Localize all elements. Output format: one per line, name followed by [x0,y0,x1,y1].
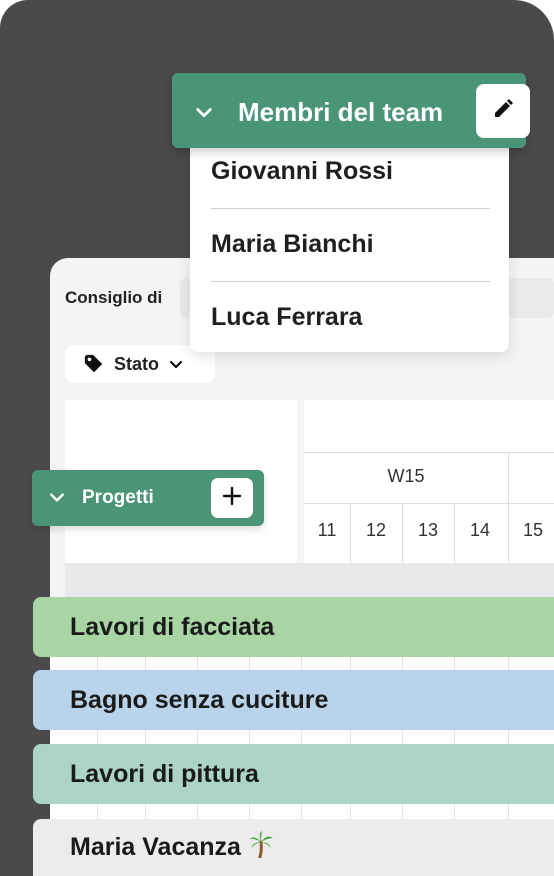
project-name: Bagno senza cuciture [70,685,329,714]
add-project-button[interactable] [211,478,253,518]
team-members-title: Membri del team [238,97,444,127]
project-bar-facciata[interactable]: Lavori di facciata [33,597,554,657]
day-label: 12 [365,520,387,540]
status-filter-button[interactable]: Stato [65,345,215,383]
team-member-item[interactable]: Giovanni Rossi [211,157,393,186]
team-members-dropdown: Giovanni Rossi Maria Bianchi Luca Ferrar… [190,140,509,352]
week-label: W15 [387,466,425,486]
edit-pencil-icon [491,97,515,126]
palm-tree-icon [247,830,275,865]
group-band [65,563,554,597]
team-member-item[interactable]: Luca Ferrara [211,303,362,332]
project-bar-bagno[interactable]: Bagno senza cuciture [33,670,554,730]
tag-icon [83,353,105,375]
team-members-header[interactable]: Membri del team [172,73,530,148]
chevron-down-icon[interactable] [194,102,214,127]
day-label: 14 [469,520,491,540]
chevron-down-icon [168,356,184,372]
divider [211,208,490,209]
edit-team-button[interactable] [476,84,530,138]
timeline-divider [304,452,554,453]
divider [211,281,490,282]
project-bar-vacanza[interactable]: Maria Vacanza [33,819,554,876]
board-title: Consiglio di [65,288,163,307]
day-label: 13 [417,520,439,540]
day-label: 11 [317,520,337,540]
project-name: Lavori di facciata [70,612,275,641]
projects-group-header[interactable]: Progetti [32,470,264,526]
chevron-down-icon[interactable] [48,488,66,511]
project-bar-pittura[interactable]: Lavori di pittura [33,744,554,804]
day-label: 15 [522,520,544,540]
projects-group-label: Progetti [82,487,154,508]
plus-icon [222,486,242,511]
team-member-item[interactable]: Maria Bianchi [211,230,374,259]
project-name: Lavori di pittura [70,759,259,788]
project-name: Maria Vacanza [70,833,241,861]
status-filter-label: Stato [114,353,159,374]
timeline-divider [304,503,554,504]
